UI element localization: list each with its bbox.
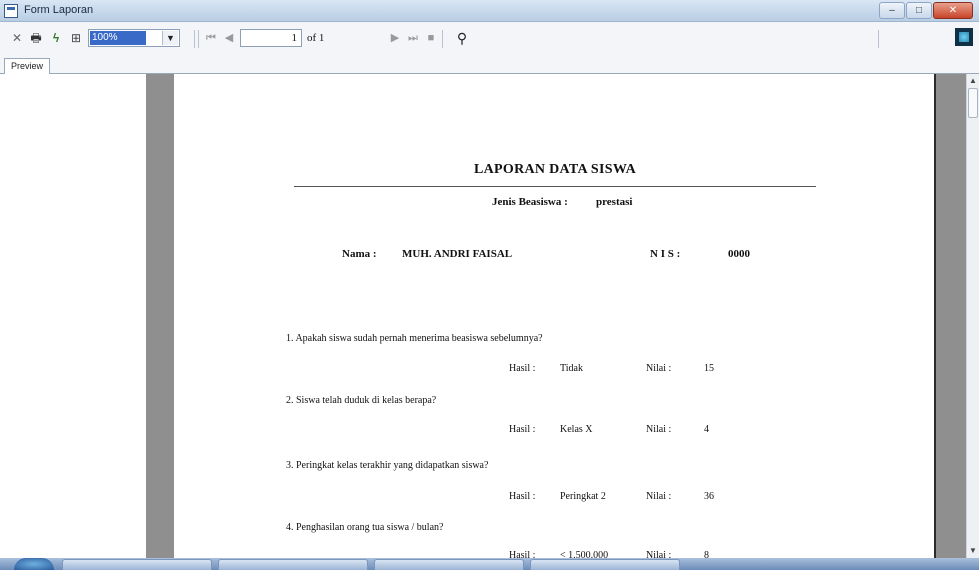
page-count-label: of 1 bbox=[307, 32, 325, 44]
hasil-value: Kelas X bbox=[560, 424, 593, 435]
nilai-value: 15 bbox=[704, 363, 714, 374]
crystal-reports-logo-icon bbox=[955, 28, 973, 46]
title-divider bbox=[294, 186, 816, 187]
group-tree-icon[interactable]: ⊞ bbox=[68, 28, 84, 48]
nama-value: MUH. ANDRI FAISAL bbox=[402, 248, 513, 260]
close-report-icon[interactable]: ✕ bbox=[10, 28, 24, 48]
chevron-down-icon[interactable]: ▼ bbox=[162, 31, 178, 45]
toolbar-separator bbox=[194, 30, 195, 48]
print-icon[interactable]: 🖶 bbox=[28, 28, 44, 48]
toolbar-separator bbox=[442, 30, 443, 48]
next-page-icon[interactable]: ▶ bbox=[388, 28, 402, 48]
page-number-input[interactable]: 1 bbox=[240, 29, 302, 47]
stop-icon[interactable]: ■ bbox=[424, 28, 438, 48]
start-orb-icon[interactable] bbox=[14, 558, 54, 570]
find-binoculars-icon[interactable]: ⚲ bbox=[452, 28, 472, 48]
hasil-value: Tidak bbox=[560, 363, 583, 374]
jenis-beasiswa-label: Jenis Beasiswa : bbox=[492, 196, 568, 208]
window-app-icon bbox=[4, 4, 18, 18]
question-text: 1. Apakah siswa sudah pernah menerima be… bbox=[286, 333, 543, 344]
nilai-label: Nilai : bbox=[646, 491, 672, 502]
nilai-value: 36 bbox=[704, 491, 714, 502]
jenis-beasiswa-value: prestasi bbox=[596, 196, 633, 208]
toolbar-separator bbox=[878, 30, 879, 48]
hasil-label: Hasil : bbox=[509, 424, 536, 435]
tab-bar: Preview bbox=[0, 56, 979, 75]
report-page: LAPORAN DATA SISWA Jenis Beasiswa : pres… bbox=[174, 74, 936, 561]
report-window: Form Laporan – □ ✕ ✕ 🖶 ϟ ⊞ 100% ▼ ⏮ ◀ 1 … bbox=[0, 0, 979, 570]
vertical-scrollbar[interactable]: ▲ ▼ bbox=[966, 74, 979, 558]
taskbar-button[interactable] bbox=[374, 559, 524, 570]
scroll-up-icon[interactable]: ▲ bbox=[967, 74, 979, 88]
hasil-value: Peringkat 2 bbox=[560, 491, 606, 502]
export-icon[interactable]: ϟ bbox=[48, 28, 64, 48]
close-window-button[interactable]: ✕ bbox=[933, 2, 973, 19]
window-title: Form Laporan bbox=[24, 4, 94, 16]
nama-label: Nama : bbox=[342, 248, 377, 260]
tab-preview[interactable]: Preview bbox=[4, 58, 51, 75]
nilai-label: Nilai : bbox=[646, 424, 672, 435]
scroll-down-icon[interactable]: ▼ bbox=[967, 544, 979, 558]
first-page-icon[interactable]: ⏮ bbox=[204, 28, 218, 48]
taskbar-button[interactable] bbox=[62, 559, 212, 570]
hasil-label: Hasil : bbox=[509, 363, 536, 374]
page-gutter-left bbox=[146, 74, 174, 558]
question-text: 2. Siswa telah duduk di kelas berapa? bbox=[286, 395, 437, 406]
taskbar-button[interactable] bbox=[218, 559, 368, 570]
question-text: 4. Penghasilan orang tua siswa / bulan? bbox=[286, 522, 444, 533]
nilai-label: Nilai : bbox=[646, 363, 672, 374]
scroll-thumb[interactable] bbox=[968, 88, 978, 118]
minimize-button[interactable]: – bbox=[879, 2, 905, 19]
zoom-select[interactable]: 100% ▼ bbox=[88, 29, 180, 47]
nilai-value: 4 bbox=[704, 424, 709, 435]
page-gutter-right bbox=[936, 74, 966, 558]
window-controls: – □ ✕ bbox=[879, 2, 973, 19]
previous-page-icon[interactable]: ◀ bbox=[222, 28, 236, 48]
maximize-button[interactable]: □ bbox=[906, 2, 932, 19]
report-title: LAPORAN DATA SISWA bbox=[473, 162, 637, 177]
nis-label: N I S : bbox=[650, 248, 681, 260]
taskbar-button[interactable] bbox=[530, 559, 680, 570]
toolbar-separator bbox=[198, 30, 199, 48]
question-text: 3. Peringkat kelas terakhir yang didapat… bbox=[286, 460, 489, 471]
report-toolbar: ✕ 🖶 ϟ ⊞ 100% ▼ ⏮ ◀ 1 of 1 ▶ ⏭ ■ ⚲ bbox=[0, 22, 979, 56]
zoom-value: 100% bbox=[90, 31, 146, 45]
report-viewer[interactable]: LAPORAN DATA SISWA Jenis Beasiswa : pres… bbox=[0, 74, 966, 561]
hasil-label: Hasil : bbox=[509, 491, 536, 502]
taskbar bbox=[0, 558, 979, 570]
last-page-icon[interactable]: ⏭ bbox=[406, 28, 420, 48]
title-bar: Form Laporan – □ ✕ bbox=[0, 0, 979, 22]
nis-value: 0000 bbox=[728, 248, 750, 260]
